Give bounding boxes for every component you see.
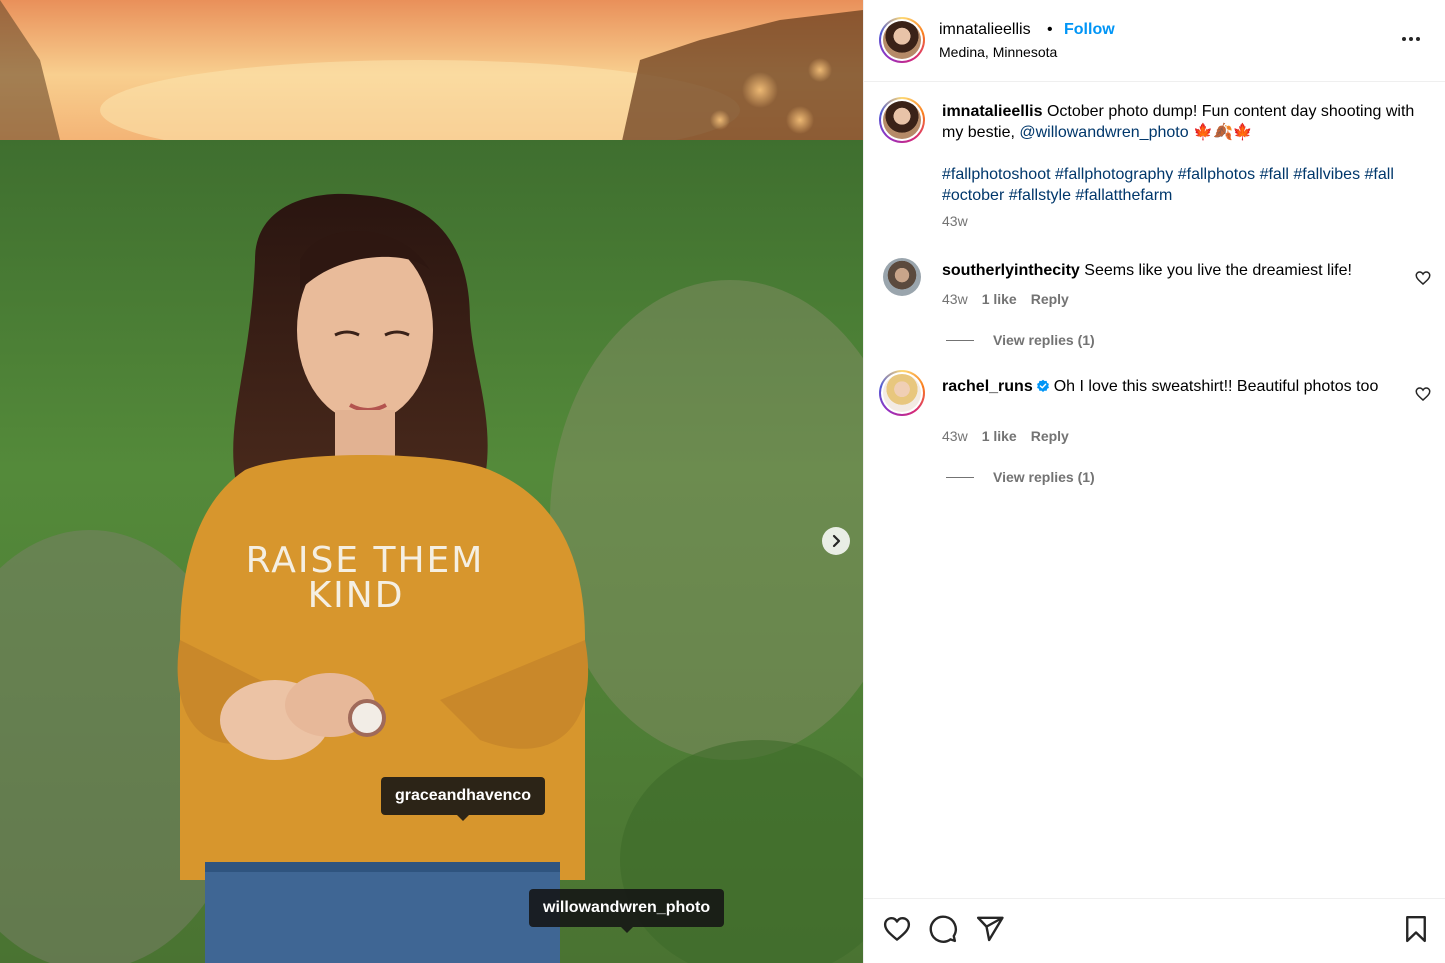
post-caption: imnatalieellis October photo dump! Fun c… bbox=[942, 101, 1422, 206]
caption-timestamp[interactable]: 43w bbox=[942, 213, 968, 229]
view-replies-button[interactable]: View replies (1) bbox=[946, 332, 1095, 348]
comment-text: Oh I love this sweatshirt!! Beautiful ph… bbox=[1053, 378, 1379, 395]
comment-username[interactable]: rachel_runs bbox=[942, 378, 1033, 395]
follow-button[interactable]: Follow bbox=[1064, 21, 1115, 39]
view-replies-label: View replies (1) bbox=[993, 469, 1095, 485]
view-replies-button[interactable]: View replies (1) bbox=[946, 469, 1095, 485]
photo-scene: RAISE THEM KIND bbox=[0, 0, 863, 963]
photo-tag-graceandhavenco[interactable]: graceandhavenco bbox=[381, 777, 546, 821]
comment-icon[interactable] bbox=[928, 914, 958, 944]
replies-divider bbox=[946, 476, 974, 478]
share-icon[interactable] bbox=[975, 914, 1005, 944]
more-options-button[interactable] bbox=[1396, 27, 1426, 51]
author-avatar[interactable] bbox=[879, 17, 925, 63]
verified-badge-icon bbox=[1036, 379, 1049, 392]
commenter-avatar[interactable] bbox=[879, 370, 925, 416]
comment-likes[interactable]: 1 like bbox=[982, 428, 1017, 444]
next-photo-button[interactable] bbox=[822, 527, 850, 555]
comment-like-icon[interactable] bbox=[1414, 269, 1432, 287]
commenter-avatar[interactable] bbox=[883, 258, 921, 296]
comment-username[interactable]: southerlyinthecity bbox=[942, 262, 1080, 279]
comment-time[interactable]: 43w bbox=[942, 428, 968, 444]
bookmark-icon[interactable] bbox=[1401, 914, 1431, 944]
post-action-bar bbox=[864, 898, 1445, 963]
post-details-panel: imnatalieellis • Follow Medina, Minnesot… bbox=[863, 0, 1445, 963]
comment-meta: 43w 1 like Reply bbox=[942, 291, 1069, 307]
comment-reply-button[interactable]: Reply bbox=[1031, 428, 1069, 444]
comment-body: southerlyinthecity Seems like you live t… bbox=[942, 260, 1392, 281]
replies-divider bbox=[946, 339, 974, 341]
heart-icon[interactable] bbox=[882, 914, 912, 944]
more-options-icon bbox=[1402, 37, 1420, 41]
caption-author-avatar[interactable] bbox=[879, 97, 925, 143]
comment-meta: 43w 1 like Reply bbox=[942, 428, 1069, 444]
comment-likes[interactable]: 1 like bbox=[982, 291, 1017, 307]
chevron-right-icon bbox=[832, 534, 841, 548]
caption-mention[interactable]: @willowandwren_photo bbox=[1019, 124, 1188, 141]
comment-reply-button[interactable]: Reply bbox=[1031, 291, 1069, 307]
caption-hashtags[interactable]: #fallphotoshoot #fallphotography #fallph… bbox=[942, 164, 1422, 206]
post-photo[interactable]: RAISE THEM KIND graceandhavenco willowan… bbox=[0, 0, 863, 963]
photo-tag-willowandwren-photo[interactable]: willowandwren_photo bbox=[529, 889, 725, 933]
author-username[interactable]: imnatalieellis bbox=[939, 21, 1031, 39]
sweatshirt-text-2: KIND bbox=[308, 575, 405, 616]
header-separator: • bbox=[1047, 21, 1053, 38]
comment-body: rachel_runs Oh I love this sweatshirt!! B… bbox=[942, 376, 1392, 397]
comment-like-icon[interactable] bbox=[1414, 385, 1432, 403]
view-replies-label: View replies (1) bbox=[993, 332, 1095, 348]
caption-username[interactable]: imnatalieellis bbox=[942, 103, 1043, 120]
post-header: imnatalieellis • Follow Medina, Minnesot… bbox=[864, 0, 1445, 82]
caption-emoji: 🍁🍂🍁 bbox=[1193, 124, 1253, 141]
comment-text: Seems like you live the dreamiest life! bbox=[1084, 262, 1352, 279]
comment-time[interactable]: 43w bbox=[942, 291, 968, 307]
post-location[interactable]: Medina, Minnesota bbox=[939, 44, 1057, 60]
